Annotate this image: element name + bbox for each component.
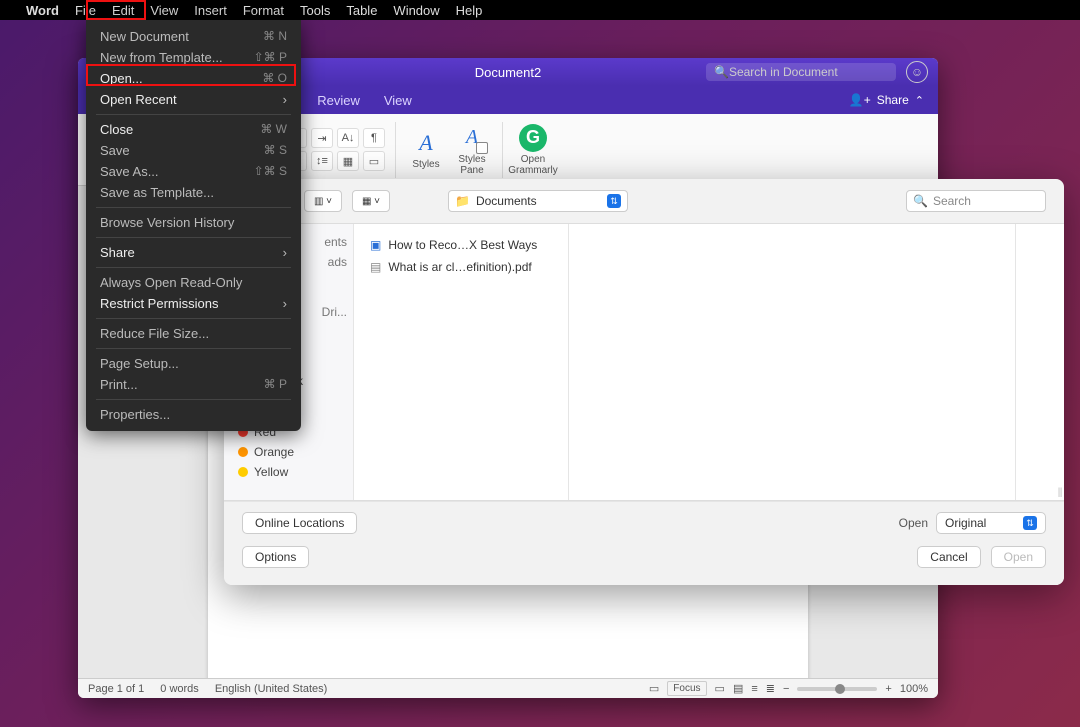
menu-window[interactable]: Window xyxy=(393,3,439,18)
doc-title: Document2 xyxy=(475,65,541,80)
location-popup[interactable]: 📁 Documents ⇅ xyxy=(448,190,628,212)
preview-column xyxy=(1016,224,1056,500)
file-menu-item[interactable]: Properties... xyxy=(86,404,301,425)
status-words[interactable]: 0 words xyxy=(160,683,199,695)
zoom-out-icon[interactable]: − xyxy=(783,683,789,695)
zoom-slider[interactable] xyxy=(797,687,877,691)
menu-view[interactable]: View xyxy=(150,3,178,18)
app-name[interactable]: Word xyxy=(26,3,59,18)
dialog-toolbar: ‹ › ▥ ˅ ▦ ˅ 📁 Documents ⇅ 🔍 Search xyxy=(224,179,1064,223)
focus-button[interactable]: Focus xyxy=(667,681,706,696)
file-menu-item[interactable]: Print...⌘ P xyxy=(86,374,301,395)
file-menu-item[interactable]: Open Recent› xyxy=(86,89,301,110)
tag-dot-icon xyxy=(238,447,248,457)
file-column-empty xyxy=(569,224,1016,500)
file-menu-item[interactable]: Open...⌘ O xyxy=(86,68,301,89)
cancel-button[interactable]: Cancel xyxy=(917,546,980,568)
status-page: Page 1 of 1 xyxy=(88,683,144,695)
shading-icon[interactable]: ▦ xyxy=(337,151,359,171)
view-outline-icon[interactable]: ≡ xyxy=(751,683,757,695)
doc-search[interactable]: 🔍 Search in Document xyxy=(706,63,896,81)
grammarly-button[interactable]: G Open Grammarly xyxy=(513,124,553,176)
location-name: Documents xyxy=(476,194,537,208)
doc-search-placeholder: Search in Document xyxy=(729,65,838,79)
dialog-search[interactable]: 🔍 Search xyxy=(906,190,1046,212)
view-draft-icon[interactable]: ≣ xyxy=(766,682,775,695)
zoom-in-icon[interactable]: + xyxy=(885,683,891,695)
file-item[interactable]: ▣How to Reco…X Best Ways xyxy=(354,234,568,256)
menu-help[interactable]: Help xyxy=(456,3,483,18)
search-icon: 🔍 xyxy=(714,65,729,79)
styles-pane-button[interactable]: A Styles Pane xyxy=(452,124,492,176)
styles-button[interactable]: A Styles xyxy=(406,129,446,170)
feedback-icon[interactable]: ☺ xyxy=(906,61,928,83)
chevron-updown-icon: ⇅ xyxy=(607,194,621,208)
tag-dot-icon xyxy=(238,467,248,477)
file-menu-item[interactable]: Browse Version History xyxy=(86,212,301,233)
file-menu-item[interactable]: Page Setup... xyxy=(86,353,301,374)
view-web-icon[interactable]: ▤ xyxy=(733,682,743,695)
file-menu-item[interactable]: Always Open Read-Only xyxy=(86,272,301,293)
menu-edit[interactable]: Edit xyxy=(112,3,134,18)
docx-icon: ▣ xyxy=(370,238,381,252)
chevron-updown-icon: ⇅ xyxy=(1023,516,1037,530)
open-button[interactable]: Open xyxy=(991,546,1046,568)
sort-icon[interactable]: A↓ xyxy=(337,128,359,148)
view-grid-icon[interactable]: ▦ ˅ xyxy=(352,190,390,212)
open-label: Open xyxy=(899,516,928,530)
tab-view[interactable]: View xyxy=(384,93,412,108)
online-locations-button[interactable]: Online Locations xyxy=(242,512,357,534)
share-button[interactable]: 👤+ Share ⌃ xyxy=(849,93,924,107)
file-menu-item[interactable]: Reduce File Size... xyxy=(86,323,301,344)
show-marks-icon[interactable]: ¶ xyxy=(363,128,385,148)
tab-review[interactable]: Review xyxy=(317,93,360,108)
search-icon: 🔍 xyxy=(913,194,928,208)
pdf-icon: ▤ xyxy=(370,260,381,274)
dialog-body: ents ads Dri... Locations 🌐Network Tags … xyxy=(224,223,1064,501)
menu-tools[interactable]: Tools xyxy=(300,3,330,18)
file-menu-item[interactable]: New from Template...⇧⌘ P xyxy=(86,47,301,68)
options-button[interactable]: Options xyxy=(242,546,309,568)
borders-icon[interactable]: ▭ xyxy=(363,151,385,171)
open-mode-value: Original xyxy=(945,516,986,530)
file-menu-item[interactable]: New Document⌘ N xyxy=(86,26,301,47)
display-settings-icon[interactable]: ▭ xyxy=(649,682,659,695)
menu-file[interactable]: File xyxy=(75,3,96,18)
status-lang[interactable]: English (United States) xyxy=(215,683,328,695)
file-menu-item[interactable]: Share› xyxy=(86,242,301,263)
file-menu-item[interactable]: Close⌘ W xyxy=(86,119,301,140)
file-column: ▣How to Reco…X Best Ways▤What is ar cl…e… xyxy=(354,224,569,500)
dialog-footer: Online Locations Open Original ⇅ Options… xyxy=(224,501,1064,585)
sidebar-tag[interactable]: Orange xyxy=(224,442,353,462)
view-print-icon[interactable]: ▭ xyxy=(715,682,725,695)
file-menu-item[interactable]: Restrict Permissions› xyxy=(86,293,301,314)
status-bar: Page 1 of 1 0 words English (United Stat… xyxy=(78,678,938,698)
menu-insert[interactable]: Insert xyxy=(194,3,227,18)
file-dropdown: New Document⌘ NNew from Template...⇧⌘ PO… xyxy=(86,20,301,431)
view-columns-icon[interactable]: ▥ ˅ xyxy=(304,190,342,212)
zoom-value[interactable]: 100% xyxy=(900,683,928,695)
resize-handle-icon[interactable]: ‖ xyxy=(1056,224,1064,500)
open-dialog: ‹ › ▥ ˅ ▦ ˅ 📁 Documents ⇅ 🔍 Search ents … xyxy=(224,179,1064,585)
menu-format[interactable]: Format xyxy=(243,3,284,18)
file-menu-item[interactable]: Save As...⇧⌘ S xyxy=(86,161,301,182)
dialog-search-placeholder: Search xyxy=(933,194,971,208)
indent-right-icon[interactable]: ⇥ xyxy=(311,128,333,148)
mac-menubar: Word File Edit View Insert Format Tools … xyxy=(0,0,1080,20)
folder-icon: 📁 xyxy=(455,194,470,208)
line-spacing-icon[interactable]: ↕≡ xyxy=(311,151,333,171)
menu-table[interactable]: Table xyxy=(346,3,377,18)
sidebar-tag[interactable]: Yellow xyxy=(224,462,353,482)
file-menu-item[interactable]: Save as Template... xyxy=(86,182,301,203)
file-item[interactable]: ▤What is ar cl…efinition).pdf xyxy=(354,256,568,278)
file-menu-item[interactable]: Save⌘ S xyxy=(86,140,301,161)
open-mode-select[interactable]: Original ⇅ xyxy=(936,512,1046,534)
